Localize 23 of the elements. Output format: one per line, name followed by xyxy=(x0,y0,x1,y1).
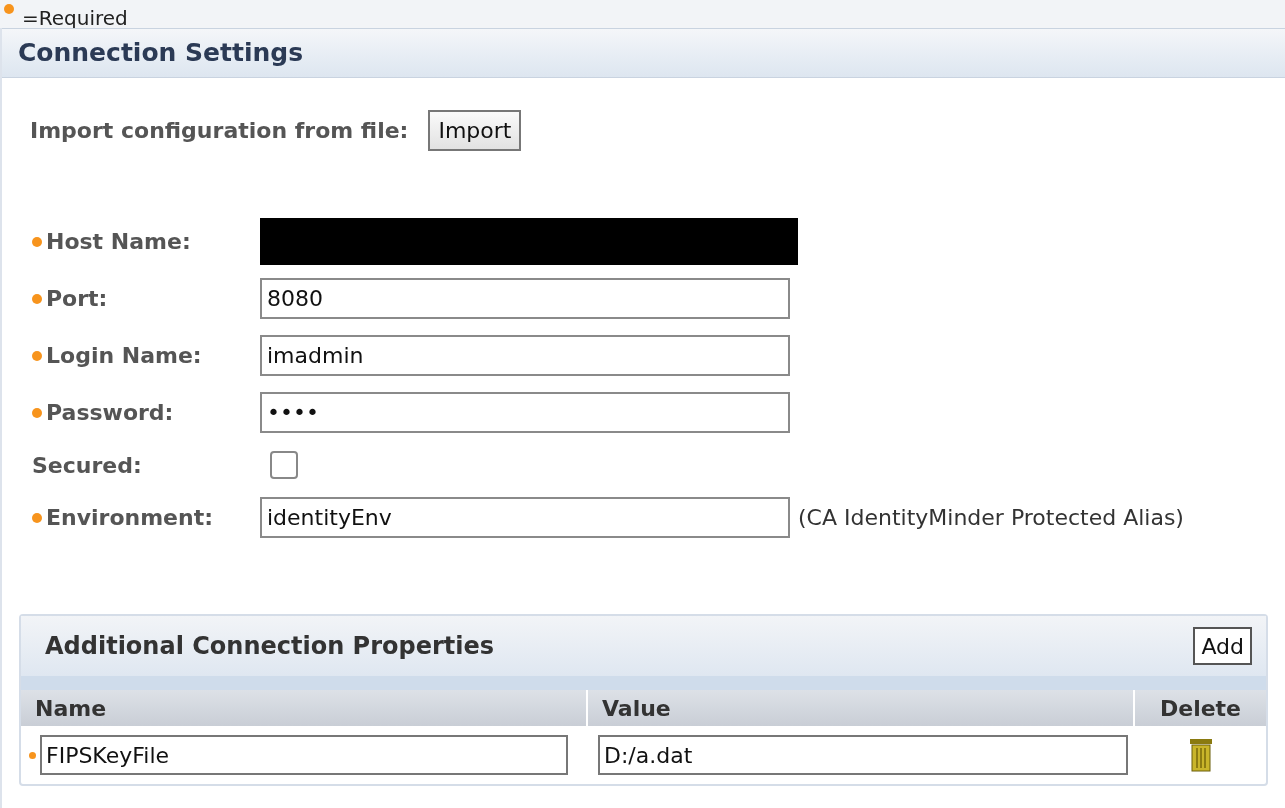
properties-title: Additional Connection Properties xyxy=(45,631,495,662)
column-header: Value xyxy=(588,690,1135,726)
column-header: Name xyxy=(21,690,588,726)
field-note: (CA IdentityMinder Protected Alias) xyxy=(798,504,1184,532)
input-field[interactable]: identityEnv xyxy=(260,497,790,538)
field-label: Login Name: xyxy=(46,342,202,370)
field-label: Secured: xyxy=(32,451,142,480)
import-button[interactable]: Import xyxy=(428,110,522,151)
checkbox[interactable] xyxy=(270,451,298,479)
input-field[interactable]: •••• xyxy=(260,392,790,433)
field-label: Port: xyxy=(46,285,108,313)
field-label: Host Name: xyxy=(46,228,191,256)
field-label: Environment: xyxy=(46,504,214,532)
value-input[interactable]: D:/a.dat xyxy=(598,735,1128,775)
trash-icon[interactable] xyxy=(1188,738,1213,772)
add-button[interactable]: Add xyxy=(1193,627,1252,665)
name-input[interactable]: FIPSKeyFile xyxy=(40,735,568,775)
panel-title: Connection Settings xyxy=(18,37,304,70)
field-label: Password: xyxy=(46,399,174,427)
column-header: Delete xyxy=(1158,694,1243,723)
import-label: Import configuration from file: xyxy=(30,117,409,145)
input-field[interactable]: 8080 xyxy=(260,278,790,319)
input-field[interactable]: imadmin xyxy=(260,335,790,376)
